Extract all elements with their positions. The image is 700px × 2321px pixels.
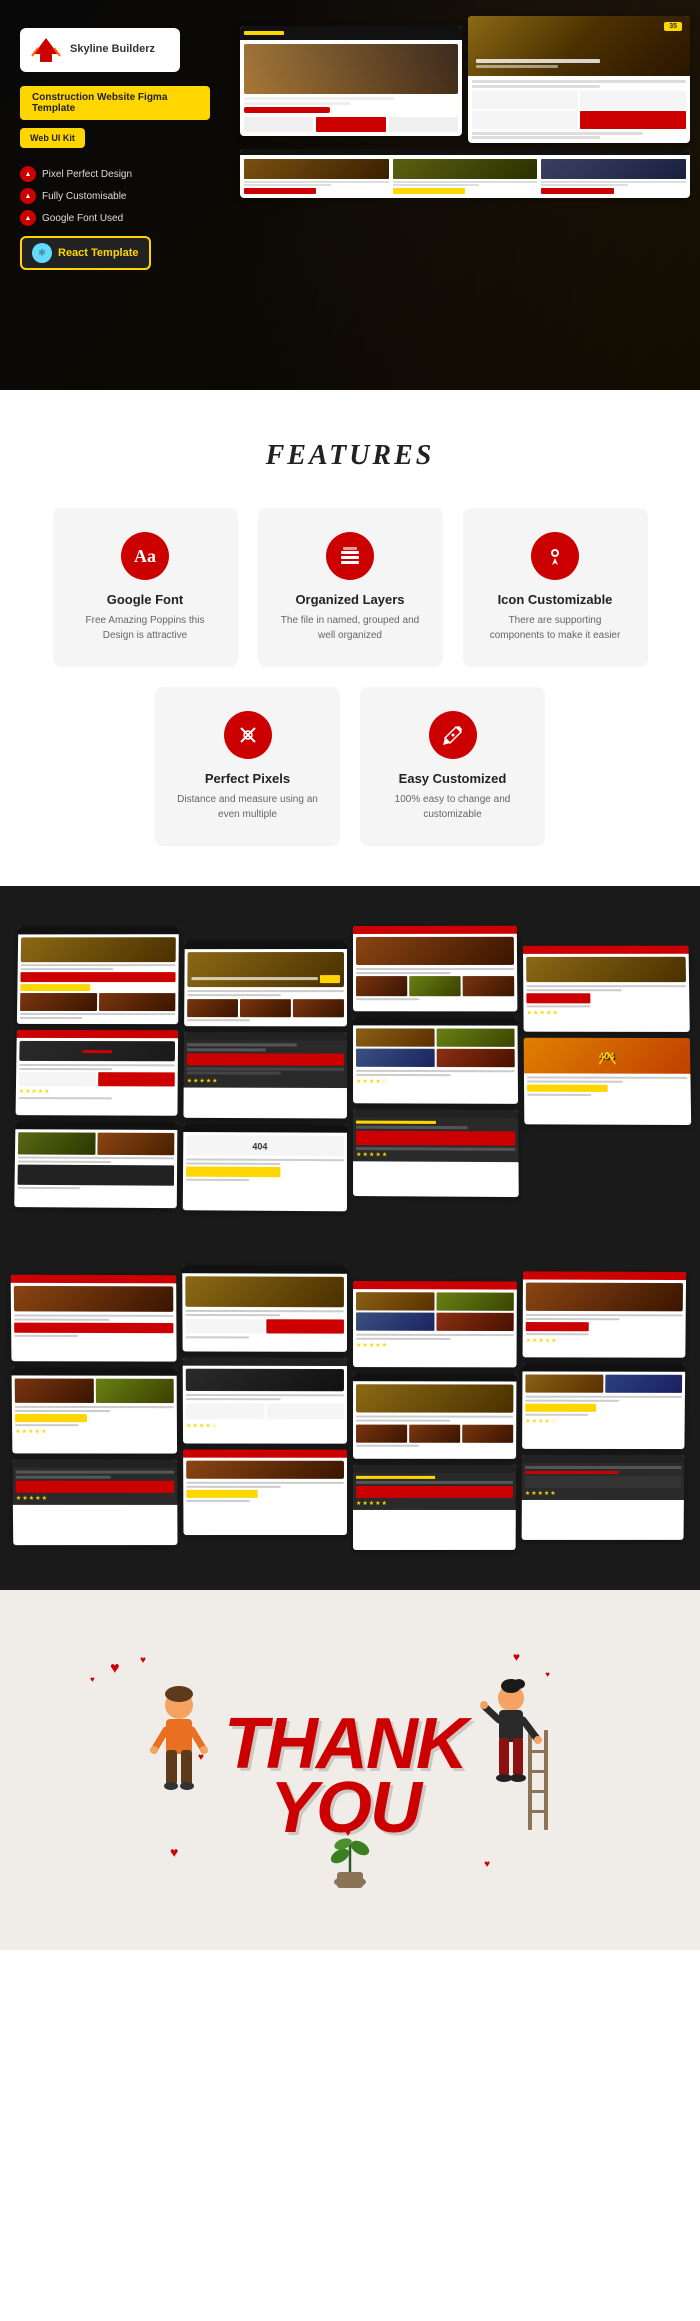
screenshot-thumb2-1-2: ★★★★★ [12,1367,178,1453]
feature-card-title-2: Organized Layers [278,592,423,607]
svg-text:♥: ♥ [198,1752,204,1763]
feature-card-desc-2: The file in named, grouped and well orga… [278,613,423,643]
mock-body-1 [240,40,462,136]
font-icon: ▲ [20,210,36,226]
feature-card-desc-3: There are supporting components to make … [483,613,628,643]
mockup-1 [240,26,462,136]
screenshot-thumb-4-2: 404 [524,1038,692,1125]
screenshot-thumb2-1-3: ★★★★★ [12,1459,177,1545]
hero-section: Skyline Builderz Construction Website Fi… [0,0,700,390]
features-row2: Perfect Pixels Distance and measure usin… [30,687,670,846]
feature-card-desc-5: 100% easy to change and customizable [380,792,525,822]
feature-card-icon-customizable: Icon Customizable There are supporting c… [463,508,648,667]
screenshot-thumb2-1-1 [11,1275,177,1362]
features-title: FEATURES [30,440,670,472]
figma-badge: Construction Website Figma Template [20,86,210,120]
brand-icon [30,34,62,66]
svg-text:♥: ♥ [345,1828,351,1839]
screenshots-col-3: ★★★★☆ ★★★★★ [353,926,519,1213]
plant-svg: ♥ [325,1820,375,1890]
feature-card-desc-1: Free Amazing Poppins this Design is attr… [73,613,218,643]
screenshot-thumb2-2-3 [183,1450,347,1535]
webui-badge: Web UI Kit [20,128,85,148]
character-right [476,1670,556,1840]
react-label: React Template [58,247,139,259]
hero-mockups: 35 [230,0,700,214]
screenshots-col2-4: ★★★★★ ★★★★☆ [522,1271,687,1550]
screenshots-col-2: ★★★★★ 404 [183,941,347,1211]
features-section: FEATURES Aa Google Font Free Amazing Pop… [0,390,700,886]
google-font-icon: Aa [121,532,169,580]
feature-card-desc-4: Distance and measure using an even multi… [175,792,320,822]
screenshot-thumb-1-1 [17,926,179,1024]
screenshots-section-1: ★★★★★ [0,886,700,1248]
easy-customized-icon [429,711,477,759]
screenshot-thumb-2-1 [184,941,347,1026]
screenshots-col2-3: ★★★★★ ★ [353,1281,517,1550]
heart-1: ♥ [110,1660,120,1678]
screenshots-col-4: ★★★★★ 404 [523,946,693,1214]
stat-number: 35 [664,22,682,31]
heart-4: ♥ [513,1650,520,1664]
screenshots-col-1: ★★★★★ [14,926,179,1210]
feature-card-perfect-pixels: Perfect Pixels Distance and measure usin… [155,687,340,846]
screenshot-thumb2-4-1: ★★★★★ [523,1271,687,1357]
heart-2: ♥ [140,1655,146,1666]
screenshot-thumb-1-2: ★★★★★ [16,1030,179,1116]
screenshots-grid-1: ★★★★★ [0,915,700,1224]
screenshots-col2-2: ★★★★☆ [182,1265,347,1550]
mockup-2: 35 [468,16,690,143]
screenshot-thumb-3-3: ★★★★★ [353,1109,519,1197]
react-badge: ⚛ React Template [20,236,151,270]
brand-name: Skyline Builderz [70,43,155,56]
screenshots-section-2: ★★★★★ ★★★★★ [0,1248,700,1590]
screenshot-thumb-4-1: ★★★★★ [523,946,690,1032]
mockup-3 [240,149,690,198]
organized-layers-icon [326,532,374,580]
heart-7: ♥ [484,1859,490,1870]
feature-item-3: ▲ Google Font Used [20,210,210,226]
screenshots-grid-2: ★★★★★ ★★★★★ [0,1254,700,1560]
heart-6: ♥ [170,1844,178,1860]
screenshot-thumb2-3-3: ★★★★★ [353,1465,516,1550]
mock-header-1 [240,26,462,40]
screenshot-thumb-3-2: ★★★★☆ [353,1017,518,1104]
screenshot-thumb2-2-1 [182,1265,347,1352]
screenshot-thumb2-2-2: ★★★★☆ [183,1358,347,1444]
feature-item-1: ▲ Pixel Perfect Design [20,166,210,182]
feature-item-2: ▲ Fully Customisable [20,188,210,204]
screenshot-thumb-3-1 [353,926,517,1012]
screenshot-thumb-1-3 [14,1121,177,1208]
screenshot-thumb-2-3: 404 [183,1124,347,1211]
screenshot-thumb2-3-2 [353,1373,516,1459]
pixel-icon: ▲ [20,166,36,182]
perfect-pixels-icon [224,711,272,759]
feature-card-google-font: Aa Google Font Free Amazing Poppins this… [53,508,238,667]
feature-card-title-4: Perfect Pixels [175,771,320,786]
hero-left-panel: Skyline Builderz Construction Website Fi… [0,0,230,298]
heart-5: ♥ [545,1670,550,1679]
react-icon: ⚛ [32,243,52,263]
character-left: ♥ [144,1680,214,1840]
screenshots-col2-1: ★★★★★ ★★★★★ [11,1275,178,1551]
thankyou-section: ♥ ♥ ♥ ♥ ♥ ♥ ♥ [0,1590,700,1950]
plant-decoration: ♥ [325,1820,375,1890]
feature-card-easy-customized: Easy Customized 100% easy to change and … [360,687,545,846]
heart-3: ♥ [90,1675,95,1684]
screenshot-thumb-2-2: ★★★★★ [183,1032,347,1118]
feature-card-title-5: Easy Customized [380,771,525,786]
icon-customizable-icon [531,532,579,580]
screenshot-thumb2-4-2: ★★★★☆ [522,1363,685,1449]
feature-card-organized-layers: Organized Layers The file in named, grou… [258,508,443,667]
feature-list: ▲ Pixel Perfect Design ▲ Fully Customisa… [20,166,210,226]
brand-logo: Skyline Builderz [20,28,180,72]
screenshot-thumb2-3-1: ★★★★★ [353,1281,517,1367]
customisable-icon: ▲ [20,188,36,204]
screenshot-thumb2-4-3: ★★★★★ [522,1455,685,1540]
feature-card-title-1: Google Font [73,592,218,607]
feature-card-title-3: Icon Customizable [483,592,628,607]
features-grid: Aa Google Font Free Amazing Poppins this… [30,508,670,667]
svg-text:404: 404 [252,1141,267,1151]
